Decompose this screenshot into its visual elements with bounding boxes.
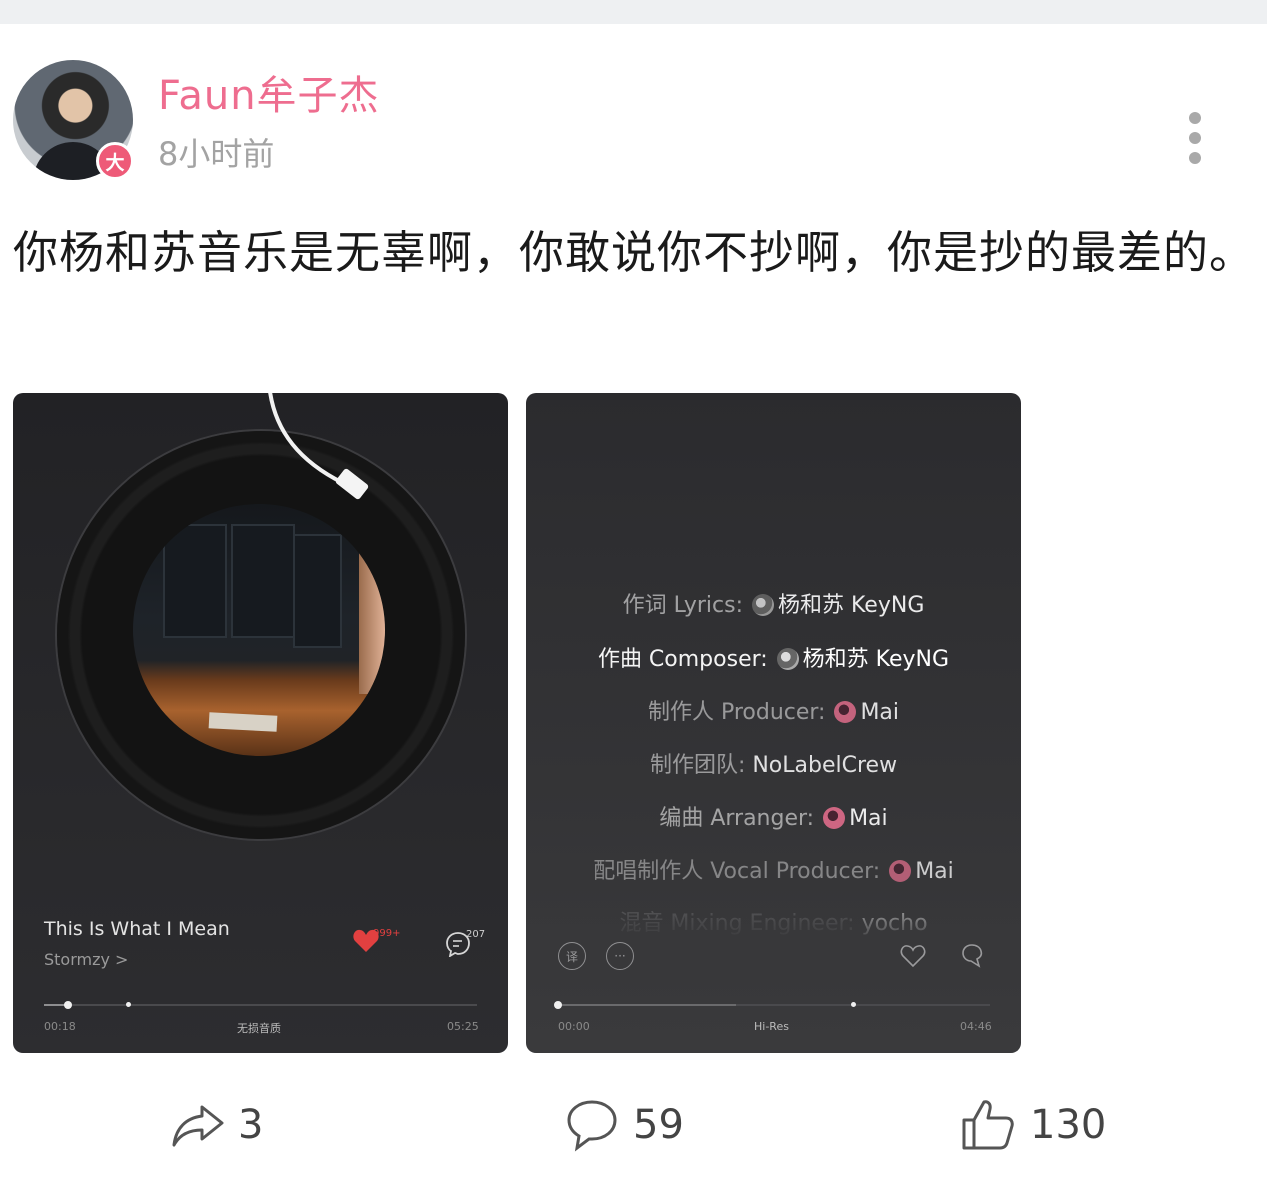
song-artist[interactable]: Stormzy >: [44, 950, 128, 969]
comment-count: 207: [466, 929, 486, 940]
fade-mask: [526, 908, 1021, 943]
credit-value[interactable]: 杨和苏 KeyNG: [778, 593, 924, 618]
more-options-icon[interactable]: [1180, 108, 1210, 168]
credit-value[interactable]: Mai: [915, 859, 954, 884]
like-count: 999+: [373, 928, 401, 939]
share-count: 3: [238, 1102, 264, 1148]
translate-icon[interactable]: 译: [558, 942, 586, 970]
quality-label[interactable]: Hi-Res: [754, 1020, 789, 1033]
credit-value[interactable]: 杨和苏 KeyNG: [803, 647, 949, 672]
credit-avatar-icon[interactable]: [834, 701, 857, 723]
credit-value: NoLabelCrew: [752, 753, 898, 778]
credit-row: 作曲 Composer: 杨和苏 KeyNG: [526, 645, 1021, 675]
credit-label: 制作人 Producer:: [647, 700, 833, 725]
credit-avatar-icon[interactable]: [889, 860, 912, 882]
credit-avatar-icon[interactable]: [776, 648, 799, 670]
credit-avatar-icon[interactable]: [823, 807, 846, 829]
song-title: This Is What I Mean: [44, 918, 230, 940]
like-outline-icon[interactable]: [900, 944, 926, 968]
progress-track[interactable]: [44, 1004, 477, 1006]
quality-label[interactable]: 无损音质: [237, 1020, 281, 1036]
progress-knob[interactable]: [64, 1001, 72, 1009]
album-cover: [133, 504, 385, 756]
time-total: 04:46: [960, 1020, 992, 1033]
credit-label: 编曲 Arranger:: [659, 806, 822, 831]
credit-avatar-icon[interactable]: [751, 594, 774, 616]
progress-knob[interactable]: [554, 1001, 562, 1009]
top-status-strip: [0, 0, 1267, 24]
buffer-dot: [126, 1002, 131, 1007]
tonearm-icon: [268, 393, 369, 500]
share-button[interactable]: 3: [170, 1095, 263, 1155]
post-timestamp: 8小时前: [158, 135, 275, 173]
credit-row: 制作人 Producer: Mai: [526, 698, 1021, 728]
credit-label: 作曲 Composer:: [597, 647, 775, 672]
comment-outline-icon[interactable]: [960, 942, 986, 968]
comment-button[interactable]: 59: [565, 1095, 684, 1155]
time-current: 00:18: [44, 1020, 76, 1033]
time-total: 05:25: [447, 1020, 479, 1033]
post-text: 你杨和苏音乐是无辜啊，你敢说你不抄啊，你是抄的最差的。: [13, 226, 1256, 279]
post-image-player[interactable]: This Is What I Mean Stormzy > 999+ 207 0…: [13, 393, 508, 1053]
thumbs-up-icon: [962, 1100, 1014, 1150]
time-current: 00:00: [558, 1020, 590, 1033]
credit-label: 制作团队:: [649, 753, 753, 778]
post-image-credits[interactable]: 作词 Lyrics: 杨和苏 KeyNG 作曲 Composer: 杨和苏 Key…: [526, 393, 1021, 1053]
credit-row: 制作团队: NoLabelCrew: [526, 751, 1021, 781]
comment-icon: [567, 1100, 617, 1152]
like-button[interactable]: 130: [960, 1095, 1106, 1155]
share-icon: [172, 1105, 224, 1147]
credit-label: 配唱制作人 Vocal Producer:: [593, 859, 888, 884]
verified-badge: 大: [96, 142, 134, 180]
more-icon[interactable]: ···: [606, 942, 634, 970]
username[interactable]: Faun牟子杰: [158, 70, 380, 122]
credit-row: 配唱制作人 Vocal Producer: Mai: [526, 857, 1021, 887]
credit-row: 作词 Lyrics: 杨和苏 KeyNG: [526, 591, 1021, 621]
comment-count: 59: [633, 1102, 684, 1148]
credit-value[interactable]: Mai: [849, 806, 888, 831]
credit-row: 编曲 Arranger: Mai: [526, 804, 1021, 834]
buffer-dot: [851, 1002, 856, 1007]
credit-label: 作词 Lyrics:: [622, 593, 750, 618]
credit-value[interactable]: Mai: [860, 700, 899, 725]
buffer-bar: [558, 1004, 736, 1006]
like-count: 130: [1030, 1102, 1107, 1148]
